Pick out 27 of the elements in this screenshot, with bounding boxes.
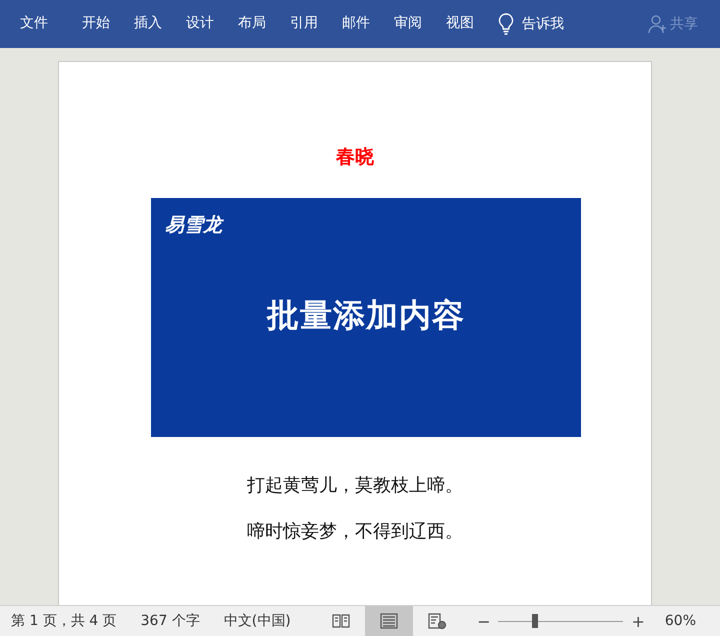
web-page-icon	[427, 613, 448, 629]
headline: 批量添加内容	[265, 295, 466, 336]
ribbon-tab[interactable]: 设计	[176, 10, 224, 38]
ribbon-tab[interactable]: 引用	[280, 10, 328, 38]
zoom-thumb[interactable]	[532, 614, 538, 628]
page-icon	[379, 613, 400, 629]
brand-logo: 易雪龙	[165, 213, 222, 238]
poem-line: 啼时惊妾梦，不得到辽西。	[247, 520, 463, 544]
poem-line: 打起黄莺儿，莫教枝上啼。	[247, 474, 463, 498]
book-icon	[331, 613, 352, 629]
zoom-level[interactable]: 60%	[664, 613, 696, 629]
poem-title: 春晓	[336, 145, 374, 170]
lightbulb-icon[interactable]	[498, 13, 514, 35]
zoom-out-button[interactable]: −	[477, 612, 490, 630]
ribbon-tab[interactable]: 插入	[124, 10, 172, 38]
ribbon-tab[interactable]: 布局	[228, 10, 276, 38]
view-button[interactable]	[365, 606, 414, 636]
ribbon-tab[interactable]: 审阅	[384, 10, 432, 38]
language[interactable]: 中文(中国)	[224, 612, 291, 630]
ribbon-tab[interactable]: 文件	[10, 10, 58, 38]
word-count[interactable]: 367 个字	[140, 612, 200, 630]
ribbon-tab[interactable]: 邮件	[332, 10, 380, 38]
page-count[interactable]: 第 1 页，共 4 页	[11, 612, 117, 630]
tell-me-label[interactable]: 告诉我	[522, 15, 564, 33]
zoom-in-button[interactable]: +	[631, 612, 645, 630]
ribbon-tab[interactable]: 开始	[72, 10, 120, 38]
ribbon-tab[interactable]: 视图	[436, 10, 484, 38]
